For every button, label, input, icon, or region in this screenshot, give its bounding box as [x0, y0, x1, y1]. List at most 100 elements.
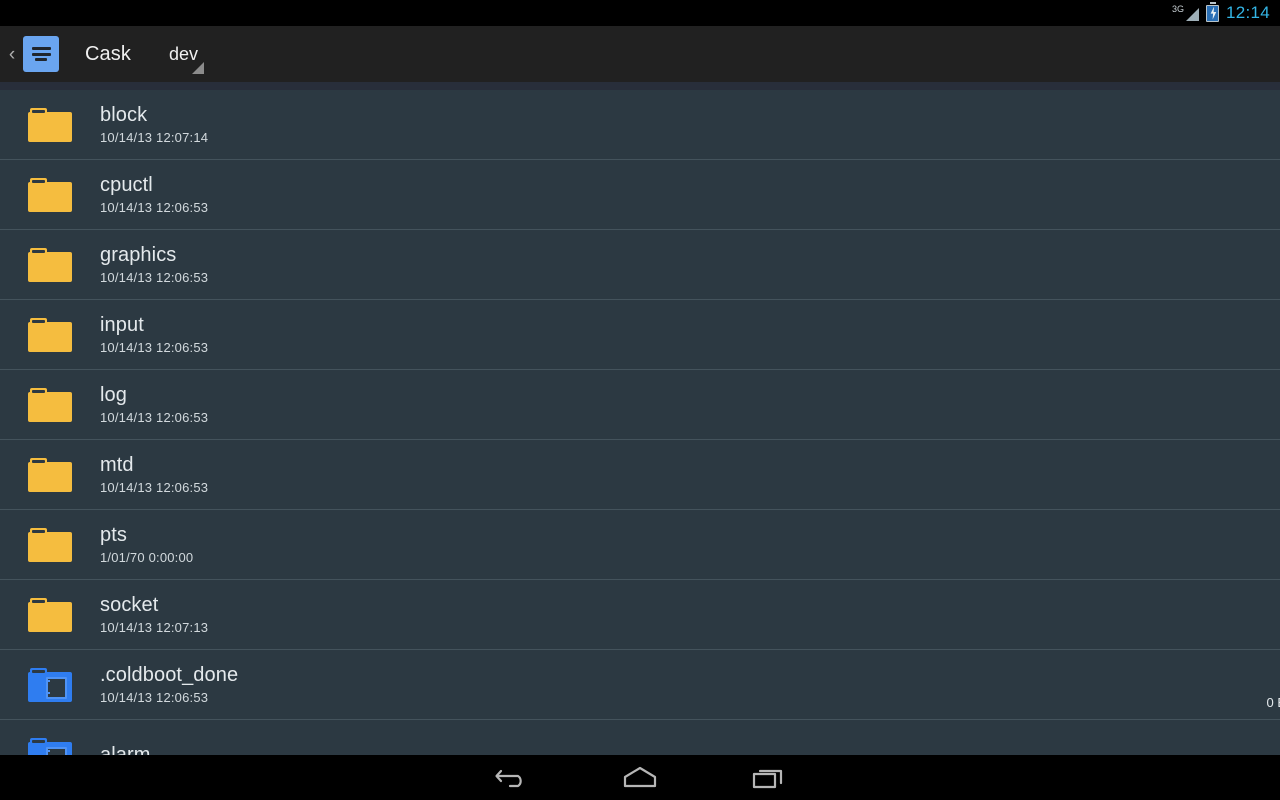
- folder-notch: [32, 249, 45, 253]
- file-modified-date: 10/14/13 12:06:53: [100, 409, 209, 425]
- status-bar-right: 3G 12:14: [1171, 1, 1270, 22]
- status-bar: 3G 12:14: [0, 0, 1280, 26]
- file-size: 0 B: [1266, 695, 1280, 710]
- file-list-row[interactable]: block 10/14/13 12:07:14: [0, 90, 1280, 160]
- nav-recents-icon[interactable]: [704, 755, 832, 800]
- breadcrumb-tab-dev[interactable]: dev: [159, 26, 212, 82]
- file-icon: [28, 737, 72, 755]
- folder-icon: [28, 597, 72, 632]
- app-bar: ‹ Cask dev: [0, 26, 1280, 82]
- network-type-label: 3G: [1171, 3, 1184, 14]
- app-icon-line-1: [31, 47, 51, 50]
- file-modified-date: 1/01/70 0:00:00: [100, 549, 194, 565]
- row-text: alarm: [100, 743, 1280, 756]
- charging-bolt-icon: [1210, 6, 1217, 20]
- file-name: .coldboot_done: [100, 663, 239, 686]
- file-modified-date: 10/14/13 12:06:53: [100, 339, 209, 355]
- status-clock: 12:14: [1225, 2, 1270, 22]
- row-text: graphics 10/14/13 12:06:53: [100, 243, 1280, 287]
- row-icon-cell: [0, 160, 100, 230]
- folder-notch: [32, 389, 45, 393]
- battery-charging-icon: [1205, 1, 1219, 22]
- file-dot-top: [48, 749, 50, 752]
- file-modified-date: 10/14/13 12:06:53: [100, 479, 209, 495]
- row-text: input 10/14/13 12:06:53: [100, 313, 1280, 357]
- row-text: cpuctl 10/14/13 12:06:53: [100, 173, 1280, 217]
- navigation-bar: [0, 755, 1280, 800]
- signal-triangle: [1185, 7, 1199, 21]
- row-icon-cell: [0, 300, 100, 370]
- folder-notch: [32, 529, 45, 533]
- folder-body: [28, 251, 72, 282]
- file-modified-date: 10/14/13 12:06:53: [100, 199, 209, 215]
- file-dot-top: [48, 679, 50, 682]
- file-name: mtd: [100, 453, 134, 476]
- row-text: block 10/14/13 12:07:14: [100, 103, 1280, 147]
- folder-icon: [28, 387, 72, 422]
- row-icon-cell: [0, 650, 100, 720]
- folder-icon: [28, 107, 72, 142]
- file-list-row[interactable]: alarm: [0, 720, 1280, 755]
- file-list-row[interactable]: socket 10/14/13 12:07:13: [0, 580, 1280, 650]
- folder-body: [28, 531, 72, 562]
- list-top-strip: [0, 82, 1280, 90]
- row-icon-cell: [0, 90, 100, 160]
- folder-notch: [32, 319, 45, 323]
- file-notch: [32, 739, 45, 743]
- file-name: pts: [100, 523, 127, 546]
- file-list-row[interactable]: log 10/14/13 12:06:53: [0, 370, 1280, 440]
- folder-body: [28, 321, 72, 352]
- folder-body: [28, 391, 72, 422]
- app-icon-line-3: [35, 58, 47, 61]
- folder-body: [28, 181, 72, 212]
- folder-notch: [32, 459, 45, 463]
- row-text: .coldboot_done 10/14/13 12:06:53: [100, 663, 1280, 707]
- cask-app-icon[interactable]: [23, 36, 59, 72]
- app-title: Cask: [85, 42, 131, 65]
- file-name: cpuctl: [100, 173, 153, 196]
- folder-icon: [28, 317, 72, 352]
- folder-notch: [32, 109, 45, 113]
- nav-back-icon[interactable]: [448, 755, 576, 800]
- row-text: log 10/14/13 12:06:53: [100, 383, 1280, 427]
- signal-bars-icon: 3G: [1171, 3, 1199, 21]
- folder-icon: [28, 457, 72, 492]
- back-chevron-icon[interactable]: ‹: [0, 26, 22, 82]
- row-icon-cell: [0, 510, 100, 580]
- file-list-row[interactable]: input 10/14/13 12:06:53: [0, 300, 1280, 370]
- dropdown-triangle-icon: [192, 62, 204, 74]
- row-text: mtd 10/14/13 12:06:53: [100, 453, 1280, 497]
- row-text: socket 10/14/13 12:07:13: [100, 593, 1280, 637]
- file-icon: [28, 667, 72, 702]
- row-icon-cell: [0, 370, 100, 440]
- file-name: alarm: [100, 743, 151, 756]
- file-list-row[interactable]: mtd 10/14/13 12:06:53: [0, 440, 1280, 510]
- file-name: socket: [100, 593, 159, 616]
- file-name: graphics: [100, 243, 177, 266]
- folder-icon: [28, 177, 72, 212]
- file-modified-date: 10/14/13 12:07:13: [100, 619, 209, 635]
- row-icon-cell: [0, 440, 100, 510]
- file-list[interactable]: block 10/14/13 12:07:14 cpuctl 10/14/13 12:…: [0, 90, 1280, 755]
- folder-body: [28, 601, 72, 632]
- app-icon-line-2: [31, 52, 51, 56]
- file-modified-date: 10/14/13 12:06:53: [100, 269, 209, 285]
- folder-body: [28, 111, 72, 142]
- nav-home-icon[interactable]: [576, 755, 704, 800]
- file-modified-date: 10/14/13 12:07:14: [100, 129, 209, 145]
- row-icon-cell: [0, 580, 100, 650]
- file-name: input: [100, 313, 144, 336]
- row-icon-cell: [0, 230, 100, 300]
- folder-notch: [32, 179, 45, 183]
- file-list-row[interactable]: graphics 10/14/13 12:06:53: [0, 230, 1280, 300]
- row-icon-cell: [0, 720, 100, 755]
- file-name: block: [100, 103, 148, 126]
- file-list-row[interactable]: .coldboot_done 10/14/13 12:06:53 0 B: [0, 650, 1280, 720]
- row-text: pts 1/01/70 0:00:00: [100, 523, 1280, 567]
- folder-icon: [28, 527, 72, 562]
- file-list-row[interactable]: cpuctl 10/14/13 12:06:53: [0, 160, 1280, 230]
- file-name: log: [100, 383, 127, 406]
- file-list-row[interactable]: pts 1/01/70 0:00:00: [0, 510, 1280, 580]
- folder-body: [28, 461, 72, 492]
- file-modified-date: 10/14/13 12:06:53: [100, 689, 209, 705]
